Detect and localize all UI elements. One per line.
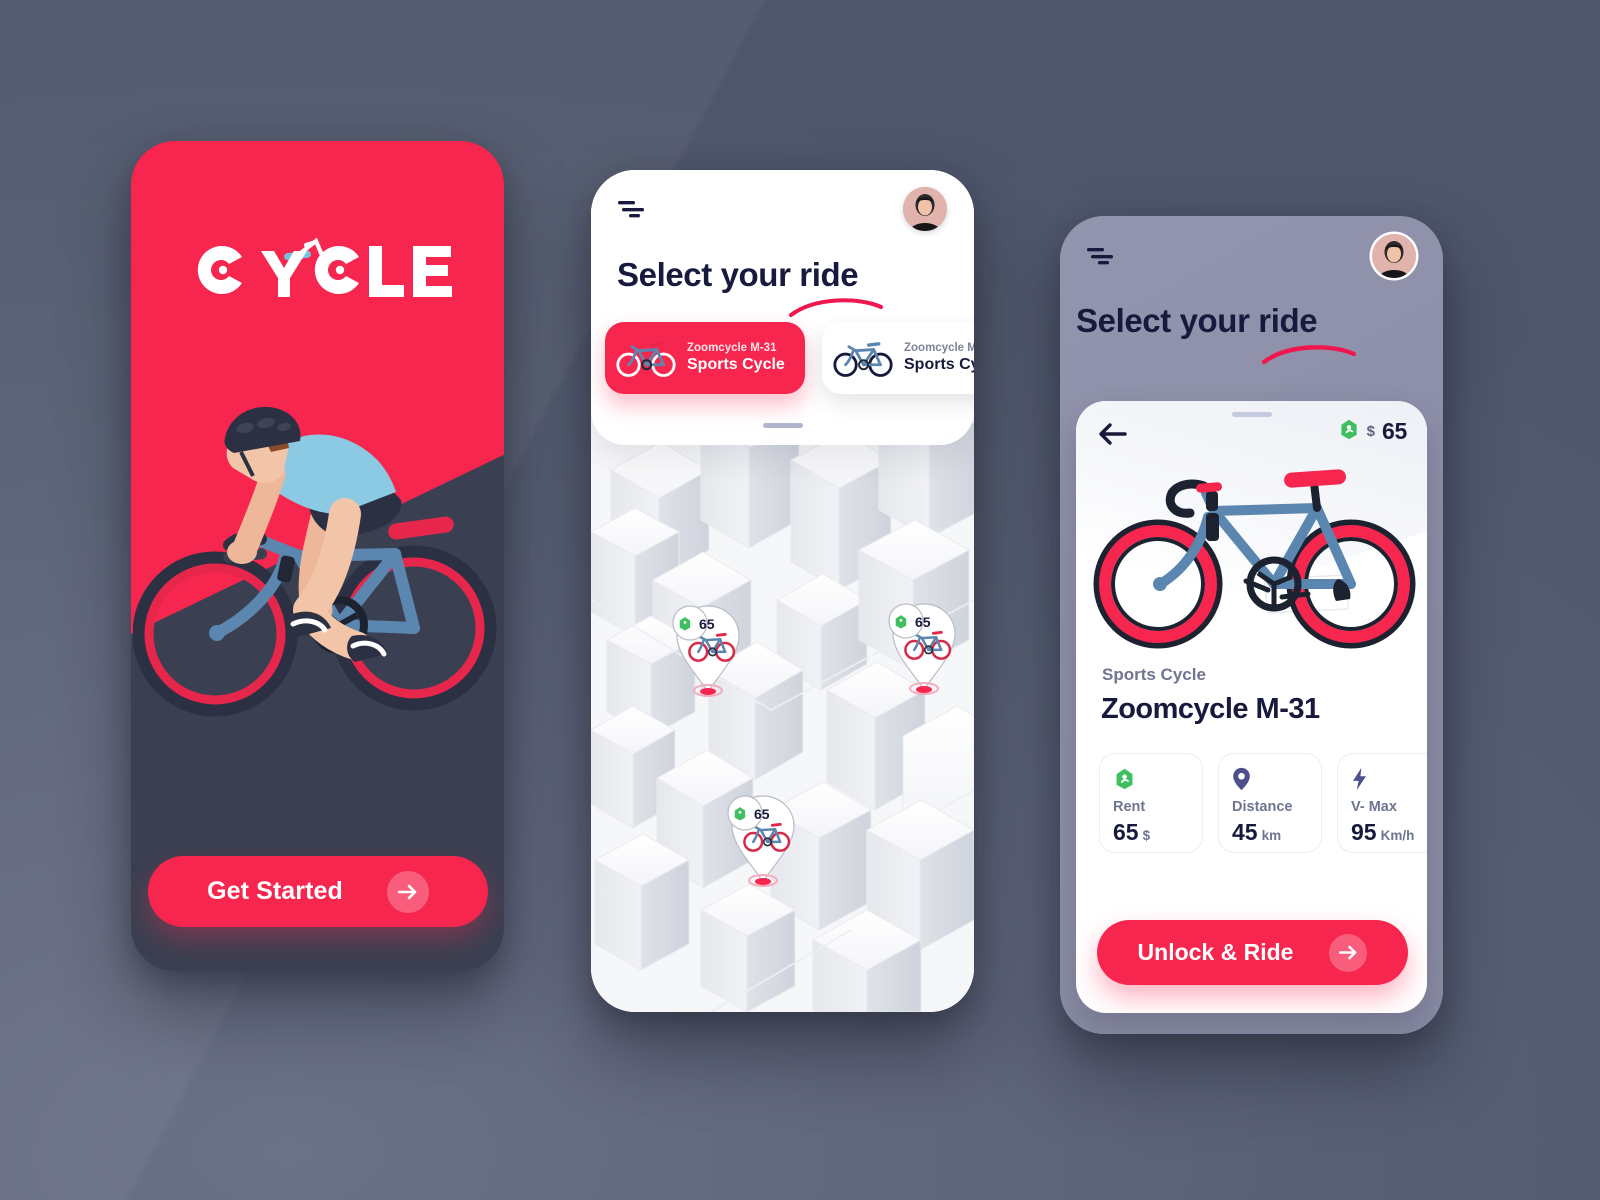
phone-onboarding-screen: Get Started xyxy=(131,141,504,971)
card-drag-handle[interactable] xyxy=(1231,412,1272,417)
stat-unit: Km/h xyxy=(1380,828,1415,843)
select-ride-sheet: Select your ride Zoomcycle M-31 Sports C… xyxy=(591,170,974,445)
page-title: Select your ride xyxy=(617,256,859,293)
page-title: Select your ride xyxy=(1076,302,1318,339)
stat-value: 45 xyxy=(1232,819,1258,845)
ride-card-text: Zoomcycle M-3 Sports Cy xyxy=(904,342,974,374)
stat-rent: Rent 65 $ xyxy=(1099,753,1203,853)
curved-underline-accent xyxy=(789,298,883,317)
ride-card[interactable]: Zoomcycle M-3 Sports Cy xyxy=(822,322,974,394)
phone-detail-screen: Select your ride $ 65 Sports Cycle Zoomc… xyxy=(1060,216,1443,1034)
detail-header xyxy=(1060,216,1443,296)
curved-underline-accent xyxy=(1262,345,1356,365)
user-avatar[interactable] xyxy=(1372,234,1416,278)
bike-category: Sports Cycle xyxy=(1102,665,1206,684)
ride-card-selected[interactable]: Zoomcycle M-31 Sports Cycle xyxy=(605,322,805,394)
stat-label: Distance xyxy=(1232,799,1293,815)
price-currency: $ xyxy=(1366,423,1376,440)
bicycle-icon xyxy=(615,338,677,378)
ride-card-list: Zoomcycle M-31 Sports Cycle Zoomcycle M … xyxy=(605,322,974,404)
stat-unit: km xyxy=(1261,828,1282,843)
ride-card-text: Zoomcycle M-31 Sports Cycle xyxy=(687,342,785,374)
map-pin[interactable]: 65 xyxy=(726,790,800,887)
stat-value-row: 65 $ xyxy=(1113,819,1202,846)
get-started-button[interactable]: Get Started xyxy=(148,856,488,927)
arrow-right-icon xyxy=(1329,933,1368,972)
stat-label: V- Max xyxy=(1351,799,1397,815)
sports-bicycle-illustration xyxy=(1086,451,1421,661)
price-value: 65 xyxy=(1382,418,1407,444)
price-tag-icon xyxy=(1113,767,1202,791)
svg-text:65: 65 xyxy=(699,616,715,632)
stat-value: 65 xyxy=(1113,819,1139,845)
price-tag-icon xyxy=(1338,418,1360,445)
stats-row: Rent 65 $ Distance 45 km V- Max 95 Km/h xyxy=(1099,753,1427,853)
ride-card-model: Zoomcycle M-3 xyxy=(904,342,974,354)
sheet-drag-handle[interactable] xyxy=(762,423,803,428)
bike-name: Zoomcycle M-31 xyxy=(1101,693,1320,725)
ride-card-name: Sports Cy xyxy=(904,356,974,373)
lightning-bolt-icon xyxy=(1351,767,1427,791)
user-avatar[interactable] xyxy=(903,187,947,231)
sheet-header xyxy=(591,170,974,248)
map-pin[interactable]: 65 xyxy=(671,600,745,697)
svg-text:65: 65 xyxy=(754,806,770,822)
map-pin[interactable]: 65 xyxy=(887,598,961,695)
arrow-right-icon xyxy=(386,870,429,913)
bicycle-icon xyxy=(832,338,894,378)
stat-vmax: V- Max 95 Km/h xyxy=(1337,753,1427,853)
cycle-logo-icon xyxy=(197,237,452,297)
stat-value-row: 95 Km/h xyxy=(1351,819,1427,846)
svg-text:65: 65 xyxy=(915,614,931,630)
brand-logo xyxy=(131,229,504,305)
hamburger-menu-icon[interactable] xyxy=(618,198,650,220)
ride-card-model: Zoomcycle M-31 xyxy=(687,342,777,354)
stat-value: 95 xyxy=(1351,819,1377,845)
unlock-and-ride-button[interactable]: Unlock & Ride xyxy=(1097,920,1408,985)
hamburger-menu-icon[interactable] xyxy=(1087,245,1119,267)
phone-map-screen: 65 65 65 Select your ride Zoomcycle M-31… xyxy=(591,170,974,1012)
ride-card-name: Sports Cycle xyxy=(687,356,785,373)
price-badge: $ 65 xyxy=(1338,418,1407,445)
arrow-left-icon[interactable] xyxy=(1098,421,1128,447)
bike-detail-card: $ 65 Sports Cycle Zoomcycle M-31 Rent 65… xyxy=(1076,401,1427,1013)
stat-label: Rent xyxy=(1113,799,1146,815)
stat-value-row: 45 km xyxy=(1232,819,1321,846)
stat-distance: Distance 45 km xyxy=(1218,753,1322,853)
get-started-label: Get Started xyxy=(207,877,343,905)
location-pin-icon xyxy=(1232,767,1321,791)
stat-unit: $ xyxy=(1142,828,1151,843)
cyclist-illustration xyxy=(132,396,503,741)
app-showcase-canvas: Get Started 65 65 65 Select your ride Zo… xyxy=(0,0,1600,1200)
unlock-label: Unlock & Ride xyxy=(1137,939,1294,965)
